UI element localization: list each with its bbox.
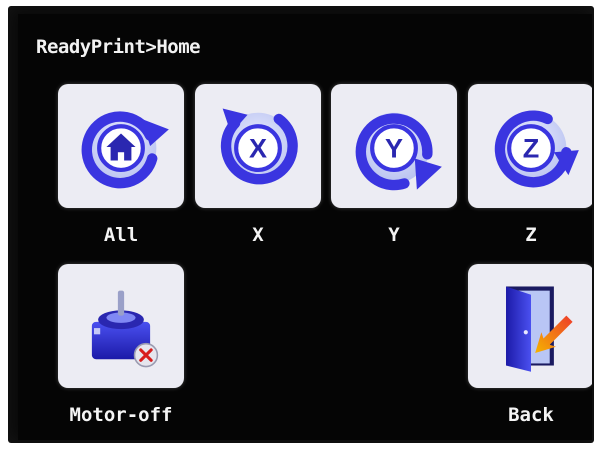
home-y-label: Y <box>388 224 400 246</box>
home-y-button[interactable]: Y <box>331 84 457 208</box>
home-rotate-icon <box>81 111 169 189</box>
axis-x-glyph: X <box>249 133 267 163</box>
rotate-x-icon: X <box>220 108 298 185</box>
rotate-z-icon: Z <box>494 110 579 188</box>
lcd-screen: ReadyPrint>Home All X X Y Y Z Z Motor-of… <box>18 14 592 440</box>
home-all-button[interactable] <box>58 84 184 208</box>
breadcrumb: ReadyPrint>Home <box>36 36 201 58</box>
home-x-button[interactable]: X <box>195 84 321 208</box>
axis-z-glyph: Z <box>523 133 540 163</box>
motor-off-button[interactable] <box>58 264 184 388</box>
home-all-label: All <box>103 224 139 246</box>
back-label: Back <box>508 404 554 426</box>
back-button[interactable] <box>468 264 592 388</box>
exit-door-icon <box>506 286 573 372</box>
axis-y-glyph: Y <box>385 133 403 163</box>
home-z-label: Z <box>525 224 537 246</box>
rotate-y-icon: Y <box>355 112 442 191</box>
motor-off-label: Motor-off <box>69 404 173 426</box>
home-z-button[interactable]: Z <box>468 84 592 208</box>
stepper-motor-off-icon <box>91 290 159 368</box>
